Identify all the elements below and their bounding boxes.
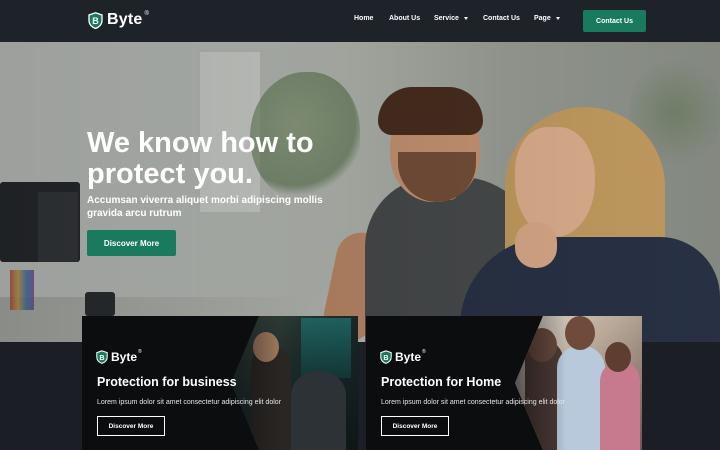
card-description: Lorem ipsum dolor sit amet consectetur a… [381, 399, 566, 406]
business-photo [231, 316, 358, 450]
card-brand-reg-mark: ® [138, 349, 142, 355]
nav-item-page[interactable]: Page [534, 15, 560, 22]
card-title: Protection for Home [381, 375, 502, 389]
service-card-business: B Byte ® Protection for business Lorem i… [82, 316, 358, 450]
card-brand-logo: B Byte ® [96, 349, 144, 364]
card-brand-name: Byte [111, 350, 138, 364]
chevron-down-icon [463, 17, 468, 20]
hero-subtitle: Accumsan viverra aliquet morbi adipiscin… [87, 195, 323, 219]
discover-more-button[interactable]: Discover More [87, 230, 176, 256]
card-brand-name: Byte [395, 350, 422, 364]
nav-item-service-label: Service [434, 15, 459, 22]
top-navbar: B Byte ® Home About Us Service Contact U… [0, 0, 720, 42]
card-brand-reg-mark: ® [422, 349, 426, 355]
discover-more-button[interactable]: Discover More [381, 416, 449, 436]
shield-logo-icon: B [380, 350, 392, 364]
nav-item-home[interactable]: Home [354, 15, 373, 22]
nav-item-about[interactable]: About Us [389, 15, 420, 22]
card-image-fade [515, 316, 642, 450]
hero-title: We know how to protect you. [87, 127, 314, 190]
nav-item-service[interactable]: Service [434, 15, 468, 22]
card-image-fade [231, 316, 358, 450]
card-title: Protection for business [97, 375, 237, 389]
shield-logo-icon: B [88, 11, 103, 29]
shield-logo-icon: B [96, 350, 108, 364]
nav-item-contact[interactable]: Contact Us [483, 15, 520, 22]
discover-more-button[interactable]: Discover More [97, 416, 165, 436]
contact-us-button[interactable]: Contact Us [583, 10, 646, 32]
brand-logo[interactable]: B Byte ® [88, 11, 151, 29]
hero-overlay [0, 42, 720, 342]
svg-text:B: B [99, 353, 104, 362]
svg-text:B: B [383, 353, 388, 362]
home-photo [515, 316, 642, 450]
card-description: Lorem ipsum dolor sit amet consectetur a… [97, 399, 282, 406]
brand-reg-mark: ® [144, 11, 149, 17]
service-card-home: B Byte ® Protection for Home Lorem ipsum… [366, 316, 642, 450]
nav-item-page-label: Page [534, 15, 551, 22]
card-brand-logo: B Byte ® [380, 349, 428, 364]
svg-text:B: B [92, 16, 99, 26]
brand-name: Byte [107, 11, 143, 28]
hero-section: We know how to protect you. Accumsan viv… [0, 42, 720, 342]
chevron-down-icon [555, 17, 560, 20]
